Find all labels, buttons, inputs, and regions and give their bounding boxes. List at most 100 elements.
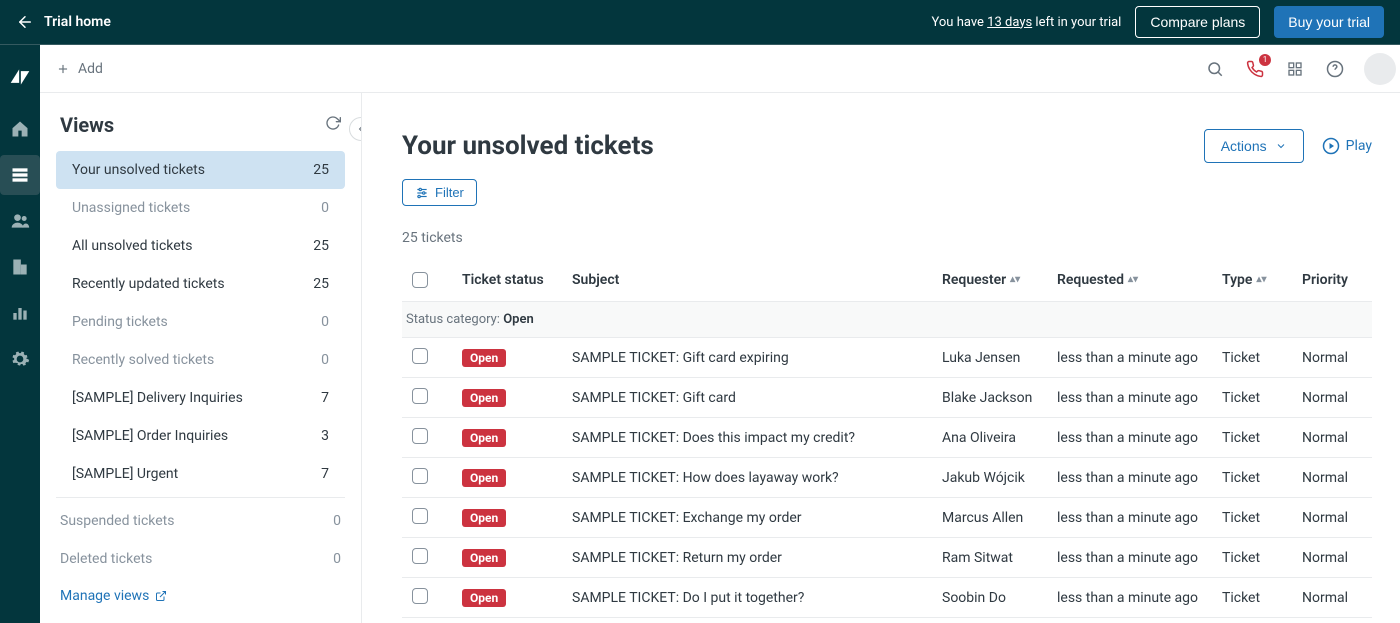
view-item-label: Unassigned tickets [72, 200, 190, 216]
col-priority[interactable]: Priority [1302, 272, 1372, 288]
view-item[interactable]: Your unsolved tickets 25 [56, 151, 345, 189]
trial-days: 13 days [987, 15, 1032, 30]
cell-type: Ticket [1222, 510, 1302, 526]
view-item-label: [SAMPLE] Urgent [72, 466, 178, 482]
plus-icon [56, 62, 70, 76]
row-checkbox[interactable] [412, 428, 428, 444]
view-item[interactable]: Recently updated tickets25 [56, 265, 345, 303]
row-checkbox[interactable] [412, 388, 428, 404]
status-badge: Open [462, 589, 506, 607]
cell-type: Ticket [1222, 430, 1302, 446]
view-item-label: Your unsolved tickets [72, 162, 205, 178]
view-item-label: Deleted tickets [60, 551, 152, 567]
chevron-left-icon [355, 123, 362, 135]
buy-trial-button[interactable]: Buy your trial [1274, 6, 1384, 38]
cell-priority: Normal [1302, 350, 1372, 366]
view-item-label: All unsolved tickets [72, 238, 192, 254]
compare-plans-button[interactable]: Compare plans [1135, 6, 1260, 38]
nav-organizations[interactable] [0, 247, 40, 287]
view-item[interactable]: All unsolved tickets 25 [56, 227, 345, 265]
filter-button[interactable]: Filter [402, 179, 477, 206]
table-row[interactable]: Open SAMPLE TICKET: How does layaway wor… [402, 458, 1372, 498]
table-row[interactable]: Open SAMPLE TICKET: Return my order Ram … [402, 538, 1372, 578]
table-row[interactable]: Open SAMPLE TICKET: Gift card Blake Jack… [402, 378, 1372, 418]
refresh-views-button[interactable] [325, 115, 341, 135]
cell-requested: less than a minute ago [1057, 590, 1222, 606]
zendesk-logo-icon[interactable] [0, 57, 40, 97]
cell-status: Open [462, 389, 572, 407]
select-all-checkbox[interactable] [412, 272, 428, 288]
col-type[interactable]: Type▴▾ [1222, 272, 1302, 288]
cell-requested: less than a minute ago [1057, 350, 1222, 366]
talk-button[interactable]: 1 [1244, 58, 1266, 80]
row-checkbox[interactable] [412, 508, 428, 524]
top-tab-bar: Add 1 [40, 45, 1400, 93]
cell-requested: less than a minute ago [1057, 390, 1222, 406]
add-label: Add [78, 61, 103, 77]
table-row[interactable]: Open SAMPLE TICKET: Gift card expiring L… [402, 338, 1372, 378]
views-title: Views [60, 113, 114, 137]
add-tab-button[interactable]: Add [56, 61, 103, 77]
cell-priority: Normal [1302, 430, 1372, 446]
cell-checkbox [402, 428, 462, 448]
status-badge: Open [462, 429, 506, 447]
view-item-count: 0 [333, 551, 341, 567]
trial-home-link[interactable]: Trial home [16, 13, 111, 31]
view-item[interactable]: [SAMPLE] Order Inquiries3 [56, 417, 345, 455]
nav-reporting[interactable] [0, 293, 40, 333]
view-item-count: 25 [313, 162, 329, 178]
view-item[interactable]: Suspended tickets0 [56, 502, 345, 540]
cell-subject: SAMPLE TICKET: Does this impact my credi… [572, 430, 942, 446]
sort-icon: ▴▾ [1128, 277, 1138, 283]
filter-icon [415, 186, 429, 200]
nav-customers[interactable] [0, 201, 40, 241]
col-subject[interactable]: Subject [572, 272, 942, 288]
view-item[interactable]: Deleted tickets 0 [56, 540, 345, 578]
help-button[interactable] [1324, 58, 1346, 80]
view-item[interactable]: Recently solved tickets0 [56, 341, 345, 379]
user-avatar[interactable] [1364, 53, 1396, 85]
actions-dropdown[interactable]: Actions [1204, 129, 1304, 163]
col-status[interactable]: Ticket status [462, 272, 572, 288]
cell-type: Ticket [1222, 550, 1302, 566]
views-panel: Views Your unsolved tickets 25 Unassigned … [40, 93, 362, 623]
cell-type: Ticket [1222, 590, 1302, 606]
table-row[interactable]: Open SAMPLE TICKET: Do I put it together… [402, 578, 1372, 618]
chevron-down-icon [1275, 140, 1287, 152]
view-item-count: 0 [321, 314, 329, 330]
cell-status: Open [462, 509, 572, 527]
view-item-label: Suspended tickets [60, 513, 174, 529]
cell-status: Open [462, 589, 572, 607]
play-button[interactable]: Play [1322, 137, 1372, 155]
view-item[interactable]: Pending tickets0 [56, 303, 345, 341]
view-list: Your unsolved tickets 25 Unassigned ticket… [56, 151, 345, 493]
view-item-count: 7 [321, 466, 329, 482]
col-requested[interactable]: Requested▴▾ [1057, 272, 1222, 288]
ticket-count: 25 tickets [402, 230, 1372, 246]
cell-requester: Ram Sitwat [942, 550, 1057, 566]
nav-admin[interactable] [0, 339, 40, 379]
cell-status: Open [462, 349, 572, 367]
apps-button[interactable] [1284, 58, 1306, 80]
col-requester[interactable]: Requester▴▾ [942, 272, 1057, 288]
view-item[interactable]: [SAMPLE] Delivery Inquiries7 [56, 379, 345, 417]
row-checkbox[interactable] [412, 468, 428, 484]
table-row[interactable]: Open SAMPLE TICKET: Exchange my order Ma… [402, 498, 1372, 538]
manage-views-link[interactable]: Manage views [56, 578, 345, 614]
cell-subject: SAMPLE TICKET: Gift card [572, 390, 942, 406]
play-label: Play [1346, 138, 1372, 154]
row-checkbox[interactable] [412, 588, 428, 604]
row-checkbox[interactable] [412, 548, 428, 564]
nav-views[interactable] [0, 155, 40, 195]
row-checkbox[interactable] [412, 348, 428, 364]
search-button[interactable] [1204, 58, 1226, 80]
view-item[interactable]: Unassigned tickets0 [56, 189, 345, 227]
table-group-row: Status category: Open [402, 302, 1372, 338]
view-item[interactable]: [SAMPLE] Urgent 7 [56, 455, 345, 493]
nav-home[interactable] [0, 109, 40, 149]
view-item-count: 3 [321, 428, 329, 444]
view-item-count: 25 [313, 238, 329, 254]
status-badge: Open [462, 469, 506, 487]
table-row[interactable]: Open SAMPLE TICKET: Does this impact my … [402, 418, 1372, 458]
col-requester-label: Requester [942, 272, 1006, 288]
